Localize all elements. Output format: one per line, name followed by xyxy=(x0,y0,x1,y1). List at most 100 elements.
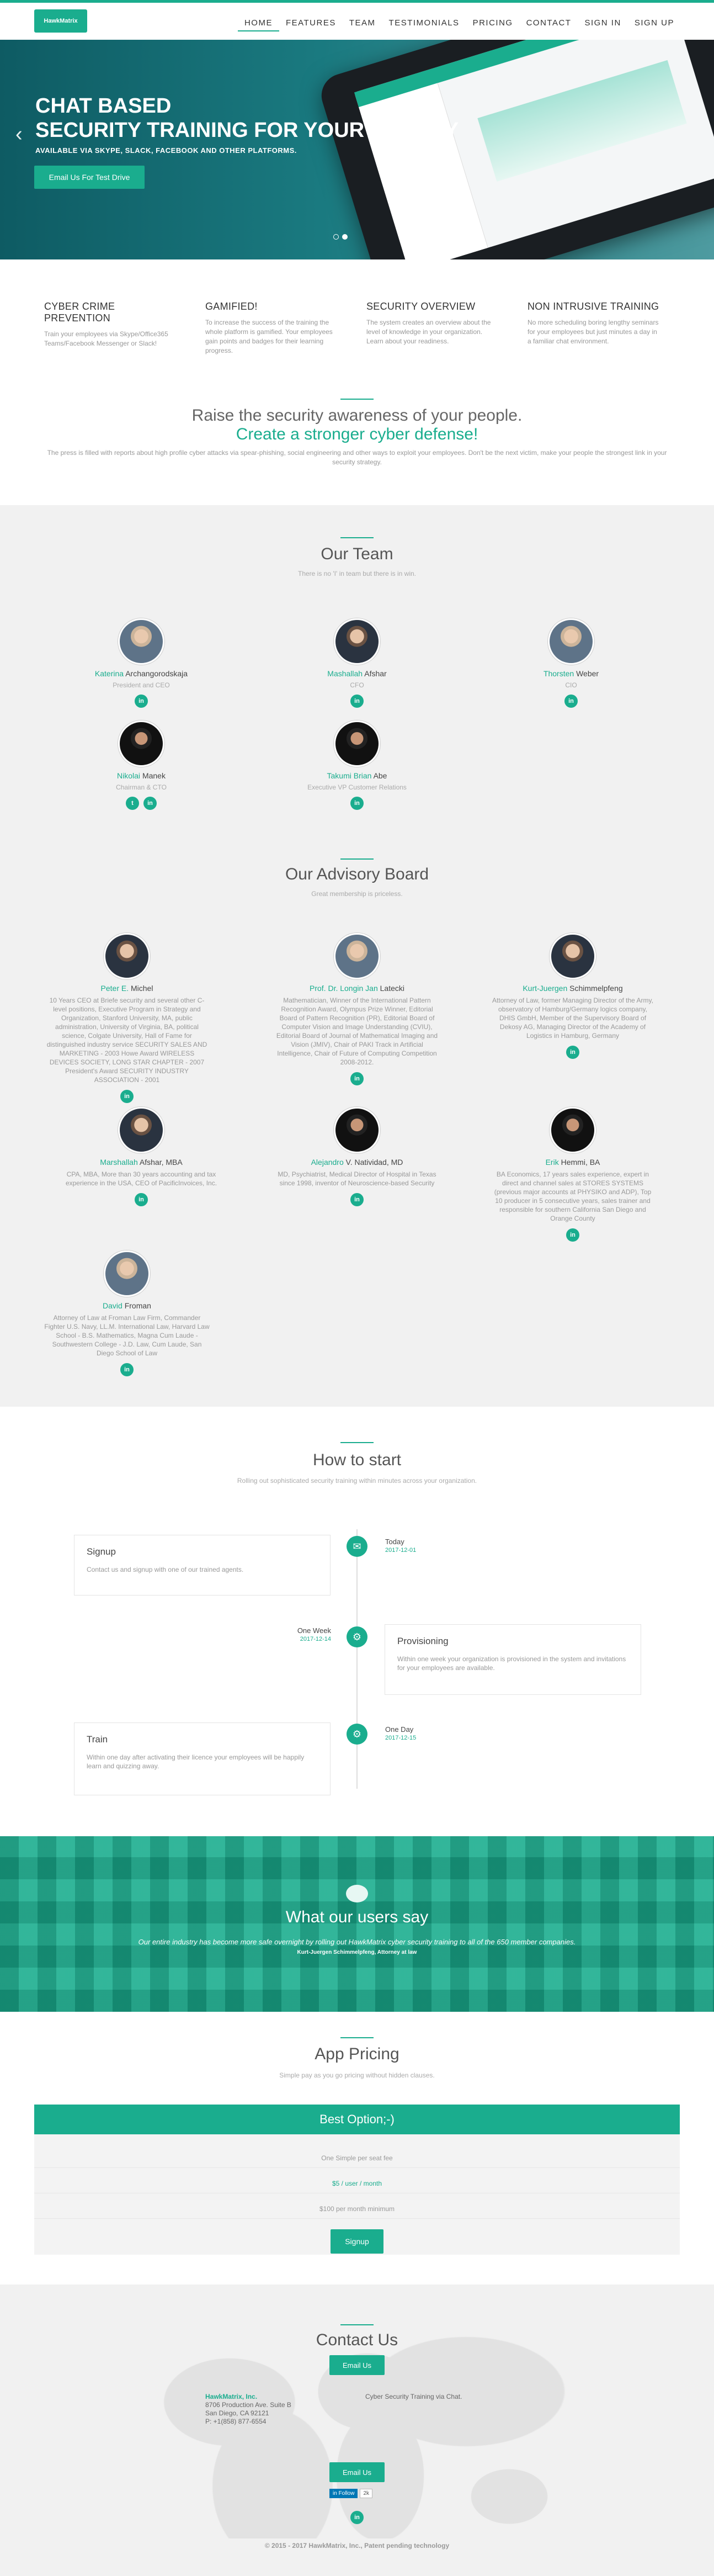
divider xyxy=(340,2037,374,2038)
feature-text: To increase the success of the training … xyxy=(205,319,333,354)
step-date: One Day 2017-12-15 xyxy=(385,1725,417,1741)
linkedin-icon[interactable]: in xyxy=(350,695,364,708)
linkedin-icon[interactable]: in xyxy=(135,695,148,708)
nav-sign-in[interactable]: SIGN IN xyxy=(578,15,627,31)
team-member: Mashallah Afshar CFO in xyxy=(274,618,440,708)
member-name: Katerina Archangorodskaja xyxy=(94,669,188,678)
nav-features[interactable]: FEATURES xyxy=(279,15,343,31)
advisor: Alejandro V. Natividad, MD MD, Psychiatr… xyxy=(274,1107,440,1206)
email-us-button[interactable]: Email Us xyxy=(329,2462,385,2482)
avatar xyxy=(118,720,164,767)
linkedin-icon[interactable]: in xyxy=(120,1090,134,1103)
member-role: CFO xyxy=(350,681,364,689)
advisor-name: Alejandro V. Natividad, MD xyxy=(311,1158,403,1167)
navbar: HawkMatrix HOME FEATURES TEAM TESTIMONIA… xyxy=(0,0,714,40)
pricing-title: App Pricing xyxy=(315,2045,399,2063)
test-drive-button[interactable]: Email Us For Test Drive xyxy=(34,166,145,189)
linkedin-icon[interactable]: in xyxy=(350,797,364,810)
awareness-title: Raise the security awareness of your peo… xyxy=(191,406,523,425)
advisor-bio: Attorney of Law, former Managing Directo… xyxy=(492,997,653,1040)
advisor: Kurt-Juergen Schimmelpfeng Attorney of L… xyxy=(490,933,656,1059)
nav-pricing[interactable]: PRICING xyxy=(466,15,520,31)
linkedin-icon[interactable]: in xyxy=(350,1072,364,1085)
pricing-subtitle: Simple pay as you go pricing without hid… xyxy=(279,2071,435,2079)
feature-card: SECURITY OVERVIEW The system creates an … xyxy=(366,301,499,346)
divider xyxy=(340,858,374,860)
nav-team[interactable]: TEAM xyxy=(343,15,382,31)
logo[interactable]: HawkMatrix xyxy=(34,9,87,33)
testimonial-section: What our users say Our entire industry h… xyxy=(0,1836,714,2012)
advisor-bio: BA Economics, 17 years sales experience,… xyxy=(494,1170,652,1222)
linkedin-follow[interactable]: in Follow 2k xyxy=(329,2489,373,2498)
avatar xyxy=(550,933,596,979)
how-title: How to start xyxy=(312,1451,402,1469)
copyright: © 2015 - 2017 HawkMatrix, Inc., Patent p… xyxy=(264,2542,450,2550)
divider xyxy=(340,2324,374,2325)
carousel-dot-active[interactable] xyxy=(342,234,348,240)
speech-bubble-icon xyxy=(346,1885,368,1902)
nav-sign-up[interactable]: SIGN UP xyxy=(628,15,681,31)
signup-button[interactable]: Signup xyxy=(331,2229,383,2254)
feature-title: GAMIFIED! xyxy=(205,301,258,312)
advisor: Erik Hemmi, BA BA Economics, 17 years sa… xyxy=(490,1107,656,1242)
member-role: Chairman & CTO xyxy=(116,783,167,791)
team-section: Our Team There is no 'I' in team but the… xyxy=(0,505,714,1407)
linkedin-icon[interactable]: in xyxy=(566,1046,579,1059)
linkedin-icon[interactable]: in xyxy=(143,797,157,810)
advisor-name: Erik Hemmi, BA xyxy=(545,1158,600,1167)
linkedin-icon[interactable]: in xyxy=(564,695,578,708)
gear-icon: ⚙ xyxy=(347,1626,367,1647)
team-member: Nikolai Manek Chairman & CTO t in xyxy=(58,720,224,810)
step-card: Signup Contact us and signup with one of… xyxy=(74,1535,331,1596)
hero-carousel: ‹ CHAT BASED SECURITY TRAINING FOR YOUR E… xyxy=(0,40,714,259)
tagline: Cyber Security Training via Chat. xyxy=(365,2393,462,2400)
step-title: Signup xyxy=(87,1546,116,1557)
hero-subtitle: AVAILABLE VIA SKYPE, SLACK, FACEBOOK AND… xyxy=(35,146,297,155)
advisor-bio: MD, Psychiatrist, Medical Director of Ho… xyxy=(278,1170,436,1187)
pricing-row: One Simple per seat fee xyxy=(34,2154,680,2168)
linkedin-icon[interactable]: in xyxy=(120,1363,134,1376)
advisory-title: Our Advisory Board xyxy=(285,865,429,883)
carousel-prev-icon[interactable]: ‹ xyxy=(15,123,23,146)
email-us-button[interactable]: Email Us xyxy=(329,2355,385,2375)
nav-contact[interactable]: CONTACT xyxy=(520,15,578,31)
step-text: Contact us and signup with one of our tr… xyxy=(87,1566,244,1573)
address: HawkMatrix, Inc. 8706 Production Ave. Su… xyxy=(205,2393,291,2425)
advisor: Peter E. Michel 10 Years CEO at Briefe s… xyxy=(44,933,210,1103)
advisor-bio: Attorney of Law at Froman Law Firm, Comm… xyxy=(44,1314,210,1357)
avatar xyxy=(118,618,164,665)
advisor-bio: 10 Years CEO at Briefe security and seve… xyxy=(46,997,207,1084)
linkedin-icon[interactable]: in xyxy=(566,1228,579,1242)
linkedin-follow-button[interactable]: in Follow xyxy=(329,2489,358,2498)
advisor-name: Marshallah Afshar, MBA xyxy=(100,1158,183,1167)
hero-title: CHAT BASED SECURITY TRAINING FOR YOUR EMP… xyxy=(35,94,459,142)
step-card: Train Within one day after activating th… xyxy=(74,1722,331,1795)
carousel-dot[interactable] xyxy=(333,234,339,240)
step-card: Provisioning Within one week your organi… xyxy=(385,1624,641,1695)
twitter-icon[interactable]: t xyxy=(126,797,139,810)
advisor: David Froman Attorney of Law at Froman L… xyxy=(44,1250,210,1376)
linkedin-icon[interactable]: in xyxy=(350,2511,364,2524)
testimonial-title: What our users say xyxy=(285,1908,429,1926)
avatar xyxy=(334,1107,380,1153)
advisor-name: David Froman xyxy=(103,1301,151,1310)
feature-title: SECURITY OVERVIEW xyxy=(366,301,476,312)
advisor-bio: Mathematician, Winner of the Internation… xyxy=(276,997,438,1066)
nav-home[interactable]: HOME xyxy=(237,15,279,31)
feature-title: NON INTRUSIVE TRAINING xyxy=(527,301,659,312)
linkedin-icon[interactable]: in xyxy=(350,1193,364,1206)
divider xyxy=(340,537,374,538)
team-subtitle: There is no 'I' in team but there is in … xyxy=(297,570,416,577)
awareness-text: The press is filled with reports about h… xyxy=(47,449,667,466)
avatar xyxy=(550,1107,596,1153)
awareness-subtitle: Create a stronger cyber defense! xyxy=(236,425,478,443)
nav-testimonials[interactable]: TESTIMONIALS xyxy=(382,15,466,31)
step-title: Provisioning xyxy=(397,1636,449,1646)
feature-text: The system creates an overview about the… xyxy=(366,319,491,345)
feature-card: NON INTRUSIVE TRAINING No more schedulin… xyxy=(527,301,660,346)
pricing-card: Best Option;-) One Simple per seat fee $… xyxy=(34,2105,680,2255)
advisor-name: Kurt-Juergen Schimmelpfeng xyxy=(523,984,623,993)
pricing-row: $100 per month minimum xyxy=(34,2205,680,2219)
contact-title: Contact Us xyxy=(316,2331,398,2349)
linkedin-icon[interactable]: in xyxy=(135,1193,148,1206)
